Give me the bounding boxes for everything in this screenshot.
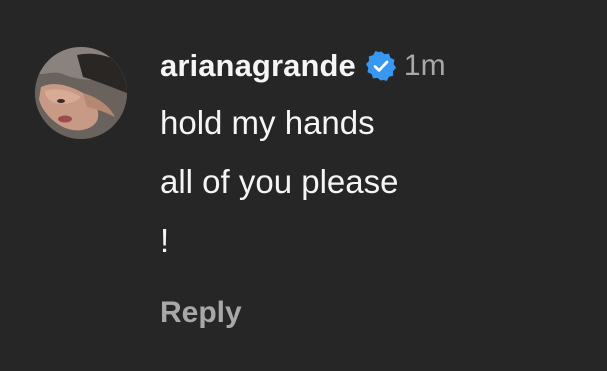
comment-timestamp: 1m <box>403 49 446 82</box>
verified-badge-icon <box>365 50 397 82</box>
comment-item: arianagrande 1m hold my hands all of you… <box>0 0 607 371</box>
avatar-image <box>35 47 127 139</box>
comment-text: hold my hands all of you please ! <box>160 104 399 259</box>
comment-header: arianagrande 1m <box>160 44 590 88</box>
avatar[interactable] <box>35 47 127 139</box>
reply-button[interactable]: Reply <box>160 296 242 330</box>
comment-body: arianagrande 1m hold my hands all of you… <box>160 44 590 270</box>
username-link[interactable]: arianagrande <box>160 48 356 84</box>
